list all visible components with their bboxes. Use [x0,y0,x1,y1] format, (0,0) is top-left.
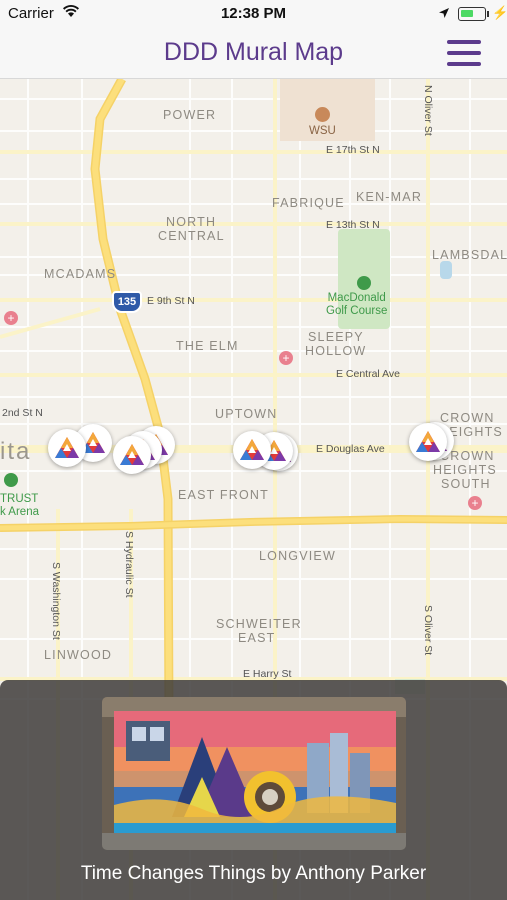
arena-label: TRUST k Arena [0,493,39,518]
charging-bolt-icon: ⚡ [492,5,507,20]
neighborhood-label: NORTH [166,215,217,229]
neighborhood-label: EAST FRONT [178,488,269,502]
mural-caption: Time Changes Things by Anthony Parker [80,863,427,884]
battery-tip [487,11,489,17]
street-label: E 17th St N [326,144,380,156]
street-label: E Douglas Ave [316,443,385,455]
hospital-icon: + [468,496,482,510]
interstate-shield: 135 [112,291,142,313]
location-arrow-icon [438,6,450,23]
mural-pin[interactable] [409,423,447,461]
neighborhood-label: KEN-MAR [356,190,423,204]
street-label: S Washington St [50,562,62,640]
neighborhood-label: EAST [238,631,276,645]
neighborhood-label: MCADAMS [44,267,117,281]
neighborhood-label: LINWOOD [44,648,113,662]
neighborhood-label: POWER [163,108,217,122]
neighborhood-label: HOLLOW [305,344,367,358]
hospital-icon: + [4,311,18,325]
neighborhood-label: SOUTH [441,477,491,491]
neighborhood-label: LAMBSDAL [432,248,507,262]
mural-photo[interactable] [102,697,406,850]
golf-icon [357,276,371,290]
city-label: ita [0,438,32,465]
neighborhood-label: CENTRAL [158,229,225,243]
street-label: E Central Ave [336,368,401,380]
neighborhood-label: UPTOWN [215,407,278,421]
arena-icon [4,473,18,487]
mural-pin[interactable] [233,431,271,469]
hospital-icon: + [279,351,293,365]
university-icon [315,107,330,122]
neighborhood-label: SLEEPY [308,330,364,344]
page-title: DDD Mural Map [163,38,344,66]
mural-preview-card[interactable]: Time Changes Things by Anthony Parker [0,680,507,900]
street-label: E 13th St N [326,219,380,231]
neighborhood-label: LONGVIEW [259,549,336,563]
neighborhood-label: CROWN [440,411,495,425]
battery-icon [458,7,486,21]
street-label: 2nd St N [2,407,43,419]
clock: 12:38 PM [220,5,287,22]
neighborhood-label: SCHWEITER [216,617,302,631]
neighborhood-label: THE ELM [176,339,239,353]
street-label: E Harry St [243,668,292,680]
status-bar: Carrier 12:38 PM ⚡ [0,0,507,28]
hamburger-menu-icon[interactable] [447,40,481,66]
street-label: S Hydraulic St [123,531,135,598]
mural-pin[interactable] [48,429,86,467]
golf-course-label: MacDonald Golf Course [326,292,388,317]
mural-pin[interactable] [113,436,151,474]
neighborhood-label: HEIGHTS [433,463,497,477]
navigation-bar: DDD Mural Map [0,28,507,79]
street-label: N Oliver St [422,85,434,136]
street-label: E 9th St N [147,295,195,307]
neighborhood-label: FABRIQUE [272,196,345,210]
university-label: WSU [309,125,336,137]
street-label: S Oliver St [422,605,434,656]
